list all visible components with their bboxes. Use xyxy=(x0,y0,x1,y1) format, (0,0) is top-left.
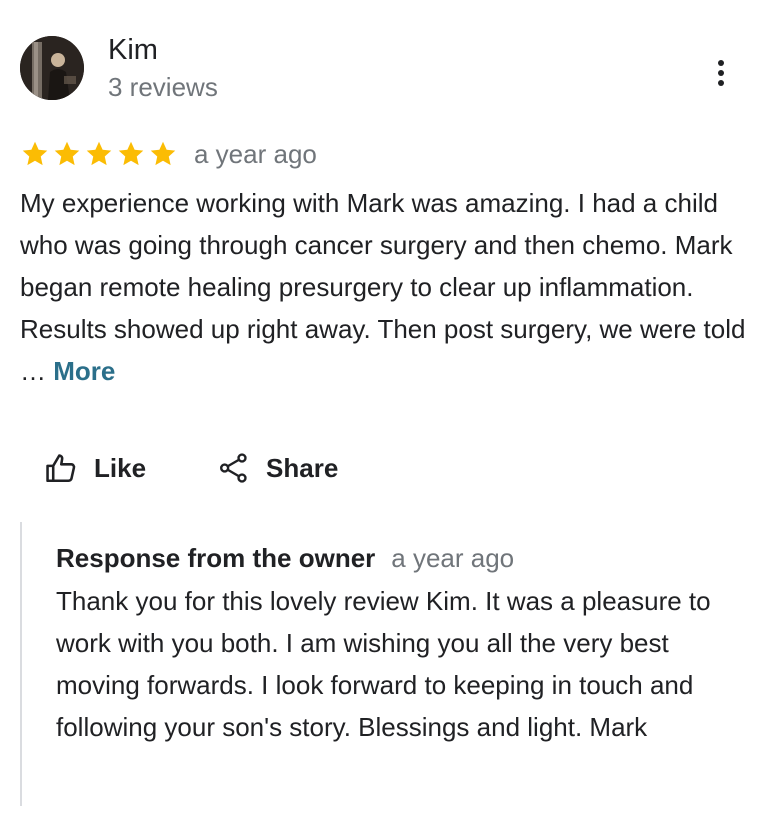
reviewer-name[interactable]: Kim xyxy=(108,32,158,68)
share-icon xyxy=(218,452,250,484)
star-icon xyxy=(52,139,82,169)
avatar-photo xyxy=(20,36,84,100)
share-label: Share xyxy=(266,452,339,483)
menu-dot xyxy=(718,60,724,66)
star-icon xyxy=(116,139,146,169)
review-date: a year ago xyxy=(194,139,317,169)
like-button[interactable]: Like xyxy=(44,451,146,485)
rating-row: a year ago xyxy=(20,136,317,172)
star-icon xyxy=(20,139,50,169)
more-vert-icon[interactable] xyxy=(706,56,738,90)
owner-response-title: Response from the owner xyxy=(56,543,376,573)
owner-response-date: a year ago xyxy=(391,543,515,573)
menu-dot xyxy=(718,80,724,86)
owner-response: Response from the owner a year ago Thank … xyxy=(20,522,742,806)
owner-response-text: Thank you for this lovely review Kim. It… xyxy=(56,586,711,742)
reviewer-review-count[interactable]: 3 reviews xyxy=(108,70,218,104)
owner-response-header: Response from the owner a year ago xyxy=(56,540,514,576)
review-actions: Like Share xyxy=(44,446,338,490)
review-body: My experience working with Mark was amaz… xyxy=(20,188,746,386)
star-rating xyxy=(20,139,178,169)
star-icon xyxy=(148,139,178,169)
menu-dot xyxy=(718,70,724,76)
share-button[interactable]: Share xyxy=(218,452,338,484)
review-text: My experience working with Mark was amaz… xyxy=(20,182,750,392)
thumbs-up-icon xyxy=(44,451,78,485)
like-label: Like xyxy=(94,452,147,483)
star-icon xyxy=(84,139,114,169)
reviewer-avatar[interactable] xyxy=(20,36,84,100)
more-link[interactable]: More xyxy=(53,356,115,386)
